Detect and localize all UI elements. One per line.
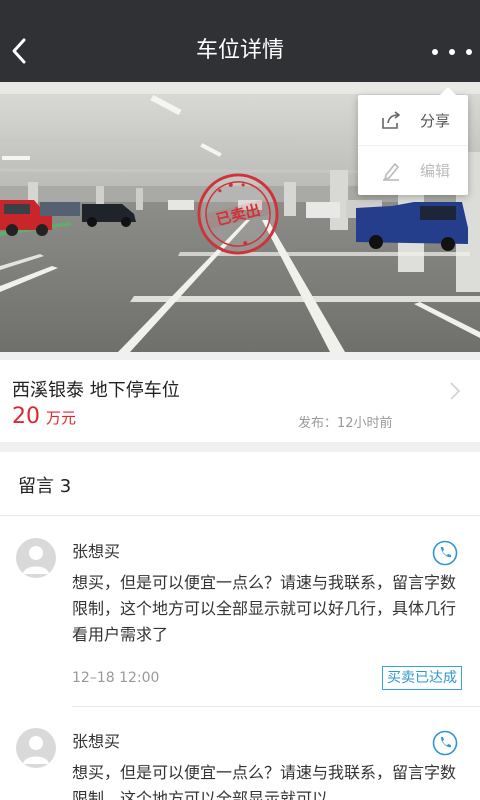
published-time: 发布：12小时前 — [298, 416, 393, 431]
price-value: 20 — [12, 404, 40, 429]
more-dots-icon[interactable] — [432, 40, 472, 64]
phone-icon[interactable] — [432, 730, 458, 756]
share-label: 分享 — [420, 111, 451, 130]
share-menu-item[interactable]: 分享 — [358, 95, 468, 145]
comment-text: 想买，但是可以便宜一点么？请速与我联系，留言字数限制，这个地方可以全部显示就可以 — [72, 763, 457, 800]
price-unit: 万元 — [46, 409, 77, 427]
comment-user: 张想买 — [72, 542, 121, 561]
nav-bar: 车位详情 — [0, 0, 480, 82]
avatar-icon[interactable] — [16, 538, 56, 578]
share-icon — [382, 111, 401, 129]
comments-header: 留言 3 — [18, 476, 72, 497]
listing-info[interactable]: 西溪银泰 地下停车位 20 万元 发布：12小时前 — [0, 360, 480, 442]
listing-price: 20 万元 — [12, 404, 76, 429]
edit-icon — [383, 162, 400, 181]
chevron-right-icon — [450, 382, 461, 400]
edit-label: 编辑 — [420, 162, 451, 180]
more-menu-popup: 分享 编辑 — [358, 87, 468, 195]
phone-icon[interactable] — [432, 540, 458, 566]
divider — [0, 515, 480, 516]
divider — [72, 706, 480, 707]
edit-menu-item[interactable]: 编辑 — [358, 145, 468, 195]
comment-time: 12–18 12:00 — [72, 670, 160, 686]
comment-text: 想买，但是可以便宜一点么？请速与我联系，留言字数限制，这个地方可以全部显示就可以… — [72, 573, 457, 644]
deal-status-badge: 买卖已达成 — [382, 666, 462, 690]
comment-user: 张想买 — [72, 732, 121, 751]
comments-section: 留言 3 张想买 想买，但是可以便宜一点么？请速与我联系，留言字数限制，这个地方… — [0, 452, 480, 800]
listing-name: 西溪银泰 地下停车位 — [12, 380, 180, 401]
page-title: 车位详情 — [195, 38, 284, 63]
avatar-icon[interactable] — [16, 728, 56, 768]
